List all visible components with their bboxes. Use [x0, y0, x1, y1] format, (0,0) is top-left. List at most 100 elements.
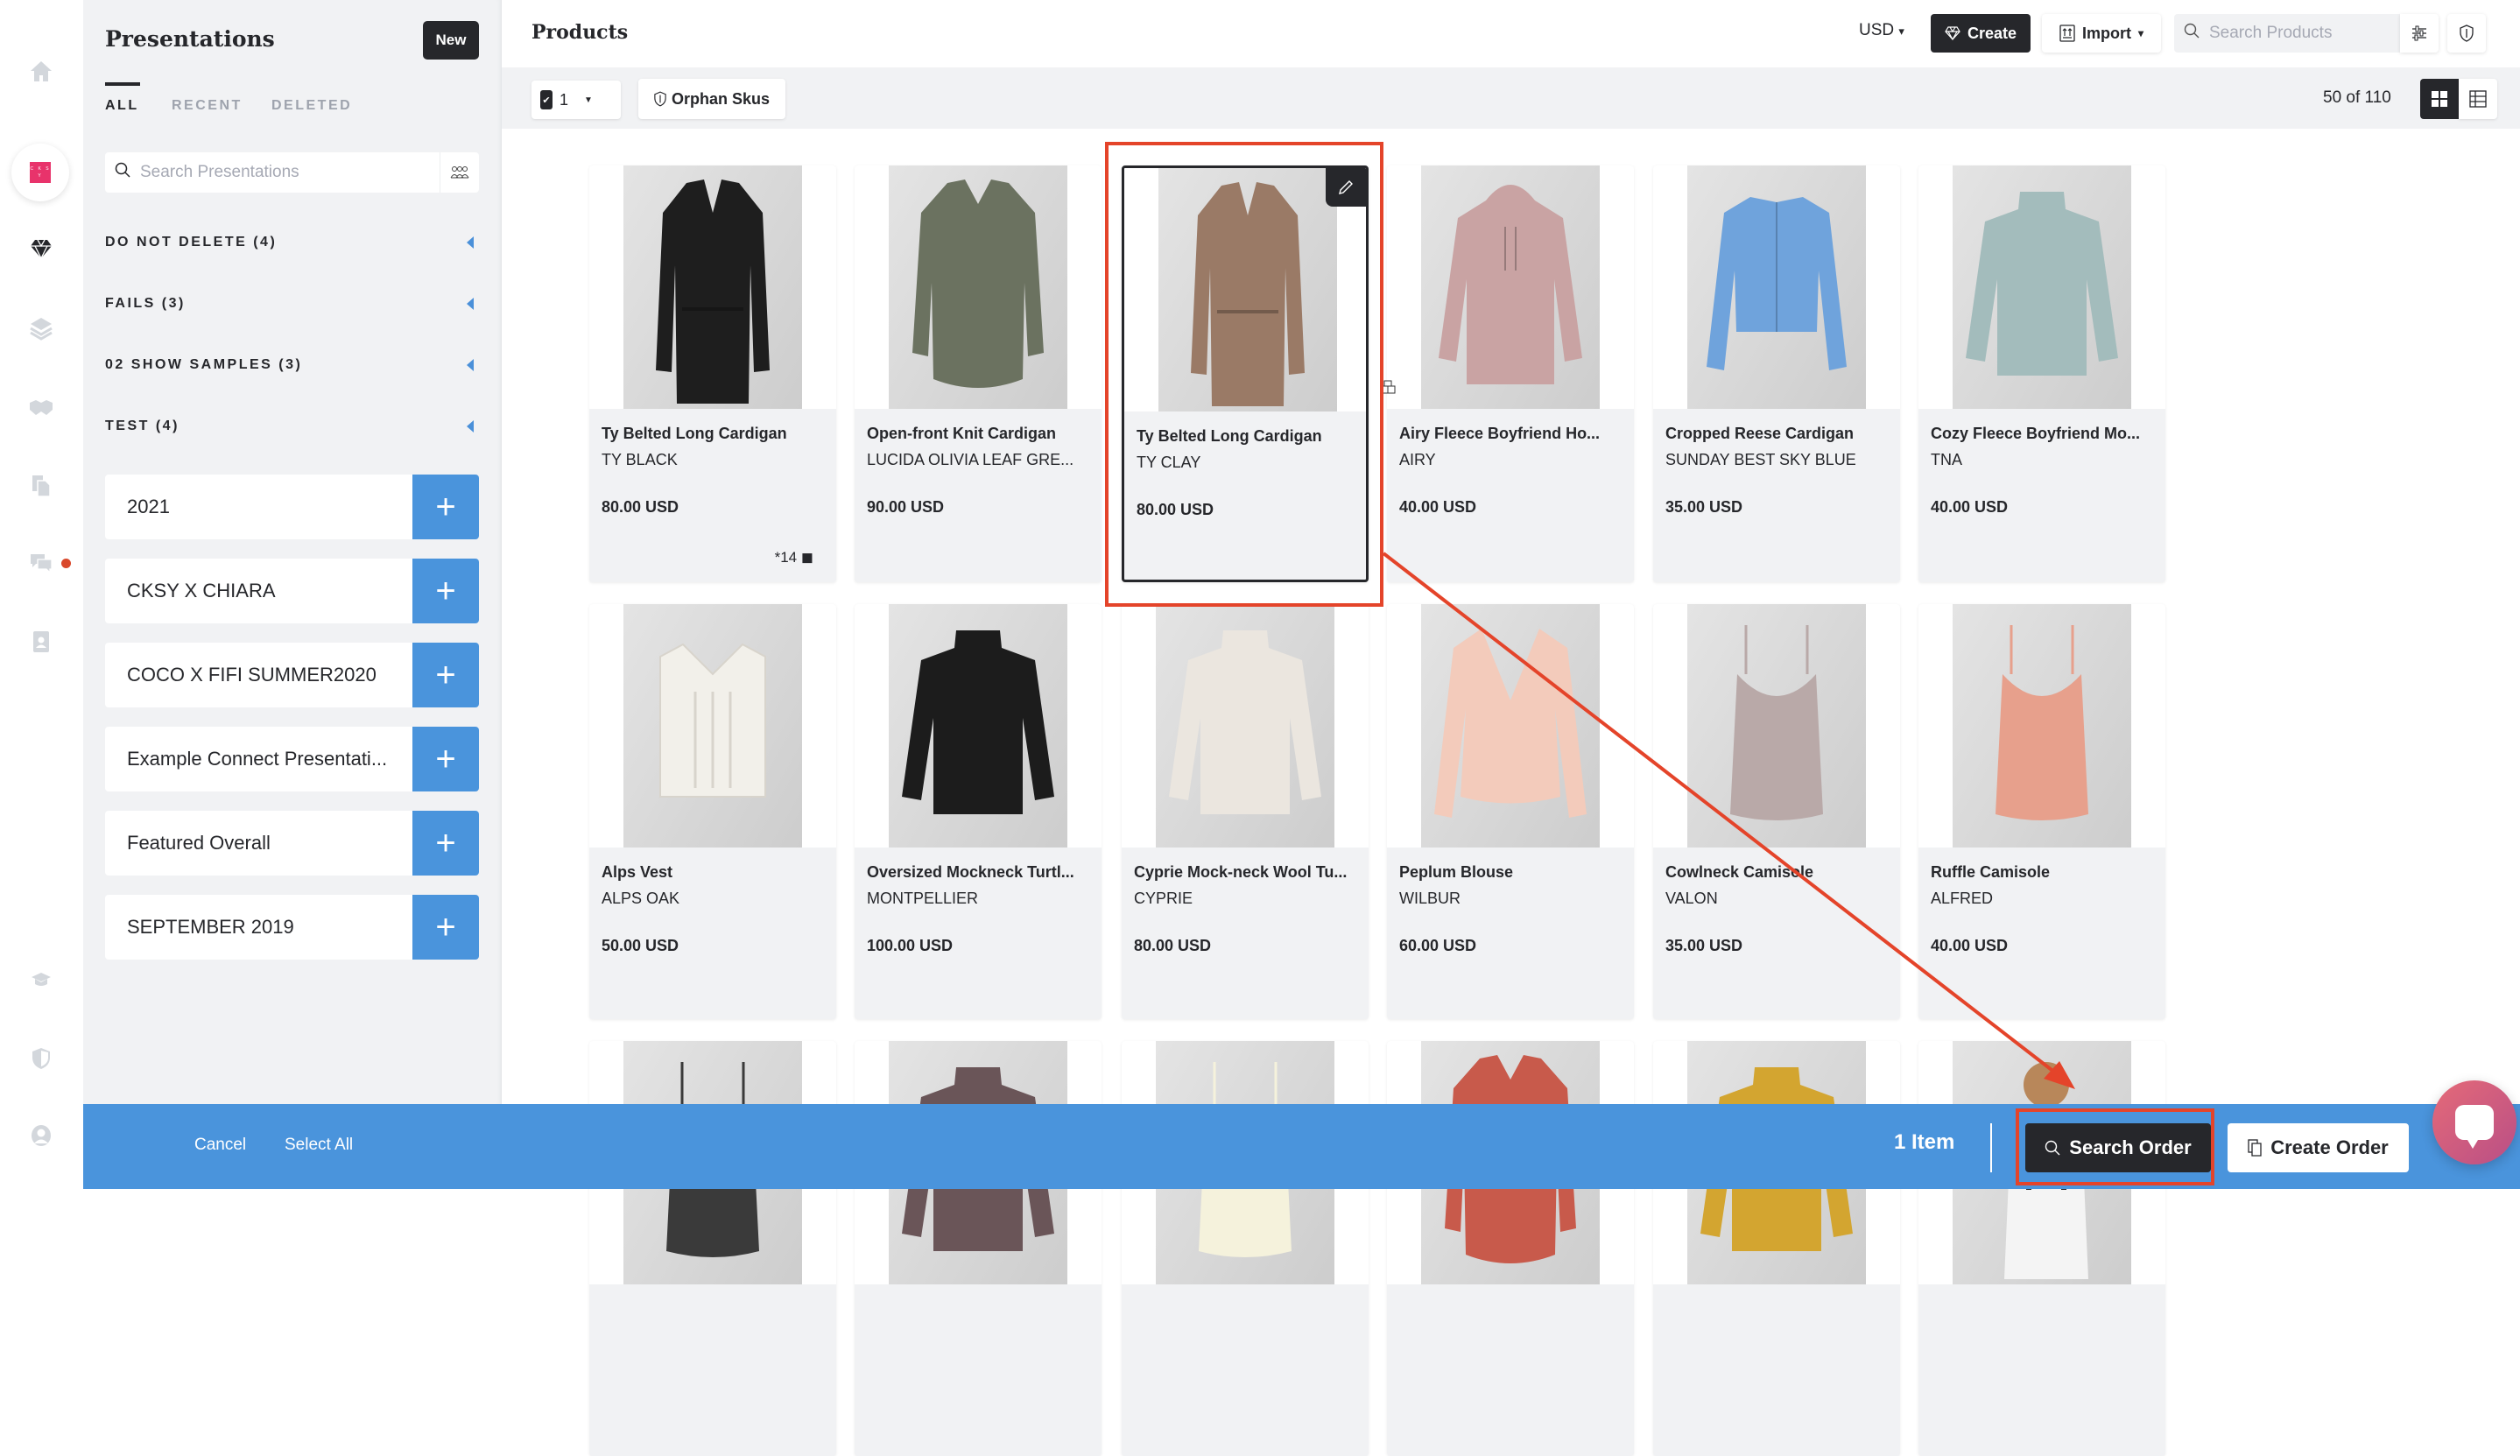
product-image	[1421, 604, 1600, 848]
product-card[interactable]: Ruffle Camisole ALFRED 40.00 USD	[1918, 604, 2165, 1019]
presentation-name: SEPTEMBER 2019	[127, 916, 294, 938]
product-name: Oversized Mockneck Turtl...	[867, 863, 1074, 881]
diamond-icon[interactable]	[25, 232, 58, 265]
presentations-panel: Presentations New ALL RECENT DELETED DO …	[83, 0, 502, 1104]
shield-icon[interactable]	[25, 1042, 58, 1075]
table-view-toggle[interactable]	[2459, 79, 2497, 119]
product-image	[889, 165, 1067, 409]
product-name: Peplum Blouse	[1399, 863, 1514, 881]
box-icon: ◼	[800, 549, 813, 566]
product-price: 60.00 USD	[1399, 937, 1477, 954]
shield-icon	[2460, 25, 2474, 42]
product-card[interactable]: Cropped Reese Cardigan SUNDAY BEST SKY BL…	[1653, 165, 1900, 582]
add-to-presentation-button[interactable]: +	[412, 895, 479, 960]
add-to-presentation-button[interactable]: +	[412, 643, 479, 707]
add-to-presentation-button[interactable]: +	[412, 475, 479, 539]
sliders-icon	[2412, 25, 2426, 41]
tab-deleted[interactable]: DELETED	[271, 98, 352, 114]
product-image	[1687, 604, 1866, 848]
chat-icon[interactable]	[25, 546, 58, 580]
stock-indicator: *14 ◼	[775, 549, 813, 566]
add-to-presentation-button[interactable]: +	[412, 559, 479, 623]
group-filter-button[interactable]	[440, 152, 479, 193]
product-name: Ty Belted Long Cardigan	[1137, 427, 1322, 445]
cancel-button[interactable]: Cancel	[194, 1136, 246, 1155]
handshake-icon[interactable]	[25, 390, 58, 424]
product-image-frame	[855, 165, 1102, 409]
presentation-item[interactable]: Example Connect Presentati... +	[105, 727, 479, 791]
product-card[interactable]: Peplum Blouse WILBUR 60.00 USD	[1387, 604, 1634, 1019]
stock-count: *14	[774, 549, 798, 566]
presentations-search-input[interactable]	[140, 163, 438, 182]
presentation-item[interactable]: Featured Overall +	[105, 811, 479, 876]
home-icon[interactable]	[25, 54, 58, 88]
presentation-item[interactable]: CKSY X CHIARA +	[105, 559, 479, 623]
product-image-frame	[1918, 165, 2165, 409]
product-card[interactable]: Cyprie Mock-neck Wool Tu... CYPRIE 80.00 U…	[1122, 604, 1369, 1019]
product-search-input[interactable]	[2209, 24, 2393, 43]
folder-row[interactable]: 02 SHOW SAMPLES (3)	[105, 352, 479, 378]
checkbox-checked-icon[interactable]: ✔	[540, 90, 553, 109]
caret-left-icon[interactable]	[467, 359, 474, 371]
product-variant: WILBUR	[1399, 890, 1461, 907]
select-all-button[interactable]: Select All	[285, 1136, 353, 1155]
product-image	[623, 604, 802, 848]
orphan-shield-button[interactable]	[2447, 14, 2486, 53]
presentation-item[interactable]: 2021 +	[105, 475, 479, 539]
edit-product-button[interactable]	[1326, 168, 1366, 207]
product-card[interactable]: Cowlneck Camisole VALON 35.00 USD	[1653, 604, 1900, 1019]
product-price: 80.00 USD	[1137, 501, 1214, 518]
layers-icon[interactable]	[25, 312, 58, 345]
orphan-skus-label: Orphan Skus	[671, 89, 771, 108]
create-button[interactable]: Create	[1931, 14, 2031, 53]
grid-view-toggle[interactable]	[2420, 79, 2459, 119]
product-card[interactable]: Alps Vest ALPS OAK 50.00 USD	[589, 604, 836, 1019]
new-presentation-button[interactable]: New	[423, 21, 479, 60]
presentation-name: CKSY X CHIARA	[127, 580, 276, 601]
divider	[1990, 1123, 1992, 1172]
graduation-cap-icon[interactable]	[25, 963, 58, 996]
product-card[interactable]: Ty Belted Long Cardigan TY BLACK 80.00 USD…	[589, 165, 836, 582]
contact-card-icon[interactable]	[25, 625, 58, 658]
product-card[interactable]: Open-front Knit Cardigan LUCIDA OLIVIA LE…	[855, 165, 1102, 582]
product-price: 35.00 USD	[1665, 937, 1743, 954]
product-variant: AIRY	[1399, 451, 1436, 468]
product-card[interactable]: Oversized Mockneck Turtl... MONTPELLIER 10…	[855, 604, 1102, 1019]
product-variant: VALON	[1665, 890, 1718, 907]
presentation-name: Featured Overall	[127, 832, 271, 854]
product-price: 80.00 USD	[602, 498, 679, 516]
create-order-button[interactable]: Create Order	[2228, 1123, 2409, 1172]
add-to-presentation-button[interactable]: +	[412, 811, 479, 876]
folder-row[interactable]: DO NOT DELETE (4)	[105, 229, 479, 256]
caret-left-icon[interactable]	[467, 298, 474, 310]
product-card[interactable]: Ty Belted Long Cardigan TY CLAY 80.00 USD	[1122, 165, 1369, 582]
search-order-button[interactable]: Search Order	[2025, 1123, 2211, 1172]
documents-icon[interactable]	[25, 469, 58, 503]
folder-row[interactable]: TEST (4)	[105, 413, 479, 440]
tab-all[interactable]: ALL	[105, 98, 139, 114]
caret-left-icon[interactable]	[467, 420, 474, 433]
filter-settings-button[interactable]	[2400, 14, 2439, 53]
presentation-name: 2021	[127, 496, 170, 517]
add-to-presentation-button[interactable]: +	[412, 727, 479, 791]
product-card[interactable]: Airy Fleece Boyfriend Ho... AIRY 40.00 USD	[1387, 165, 1634, 582]
presentation-item[interactable]: COCO X FIFI SUMMER2020 +	[105, 643, 479, 707]
product-card[interactable]: Cozy Fleece Boyfriend Mo... TNA 40.00 USD	[1918, 165, 2165, 582]
currency-dropdown[interactable]: USD ▾	[1859, 21, 1904, 40]
bulk-select-dropdown[interactable]: ✔ 1 ▼	[531, 81, 621, 119]
product-image-frame	[1918, 604, 2165, 848]
orphan-skus-button[interactable]: Orphan Skus	[638, 79, 785, 119]
support-chat-button[interactable]	[2432, 1080, 2516, 1164]
product-variant: MONTPELLIER	[867, 890, 979, 907]
folder-row[interactable]: FAILS (3)	[105, 291, 479, 317]
brand-logo[interactable]: C K S Y	[11, 144, 69, 201]
import-dropdown-button[interactable]: Import ▾	[2042, 14, 2161, 53]
tab-recent[interactable]: RECENT	[172, 98, 243, 114]
product-price: 100.00 USD	[867, 937, 954, 954]
grid-icon	[2432, 91, 2447, 107]
presentation-item[interactable]: SEPTEMBER 2019 +	[105, 895, 479, 960]
caret-left-icon[interactable]	[467, 236, 474, 249]
create-label: Create	[1967, 24, 2017, 42]
user-icon[interactable]	[25, 1119, 58, 1152]
search-icon	[105, 162, 140, 183]
